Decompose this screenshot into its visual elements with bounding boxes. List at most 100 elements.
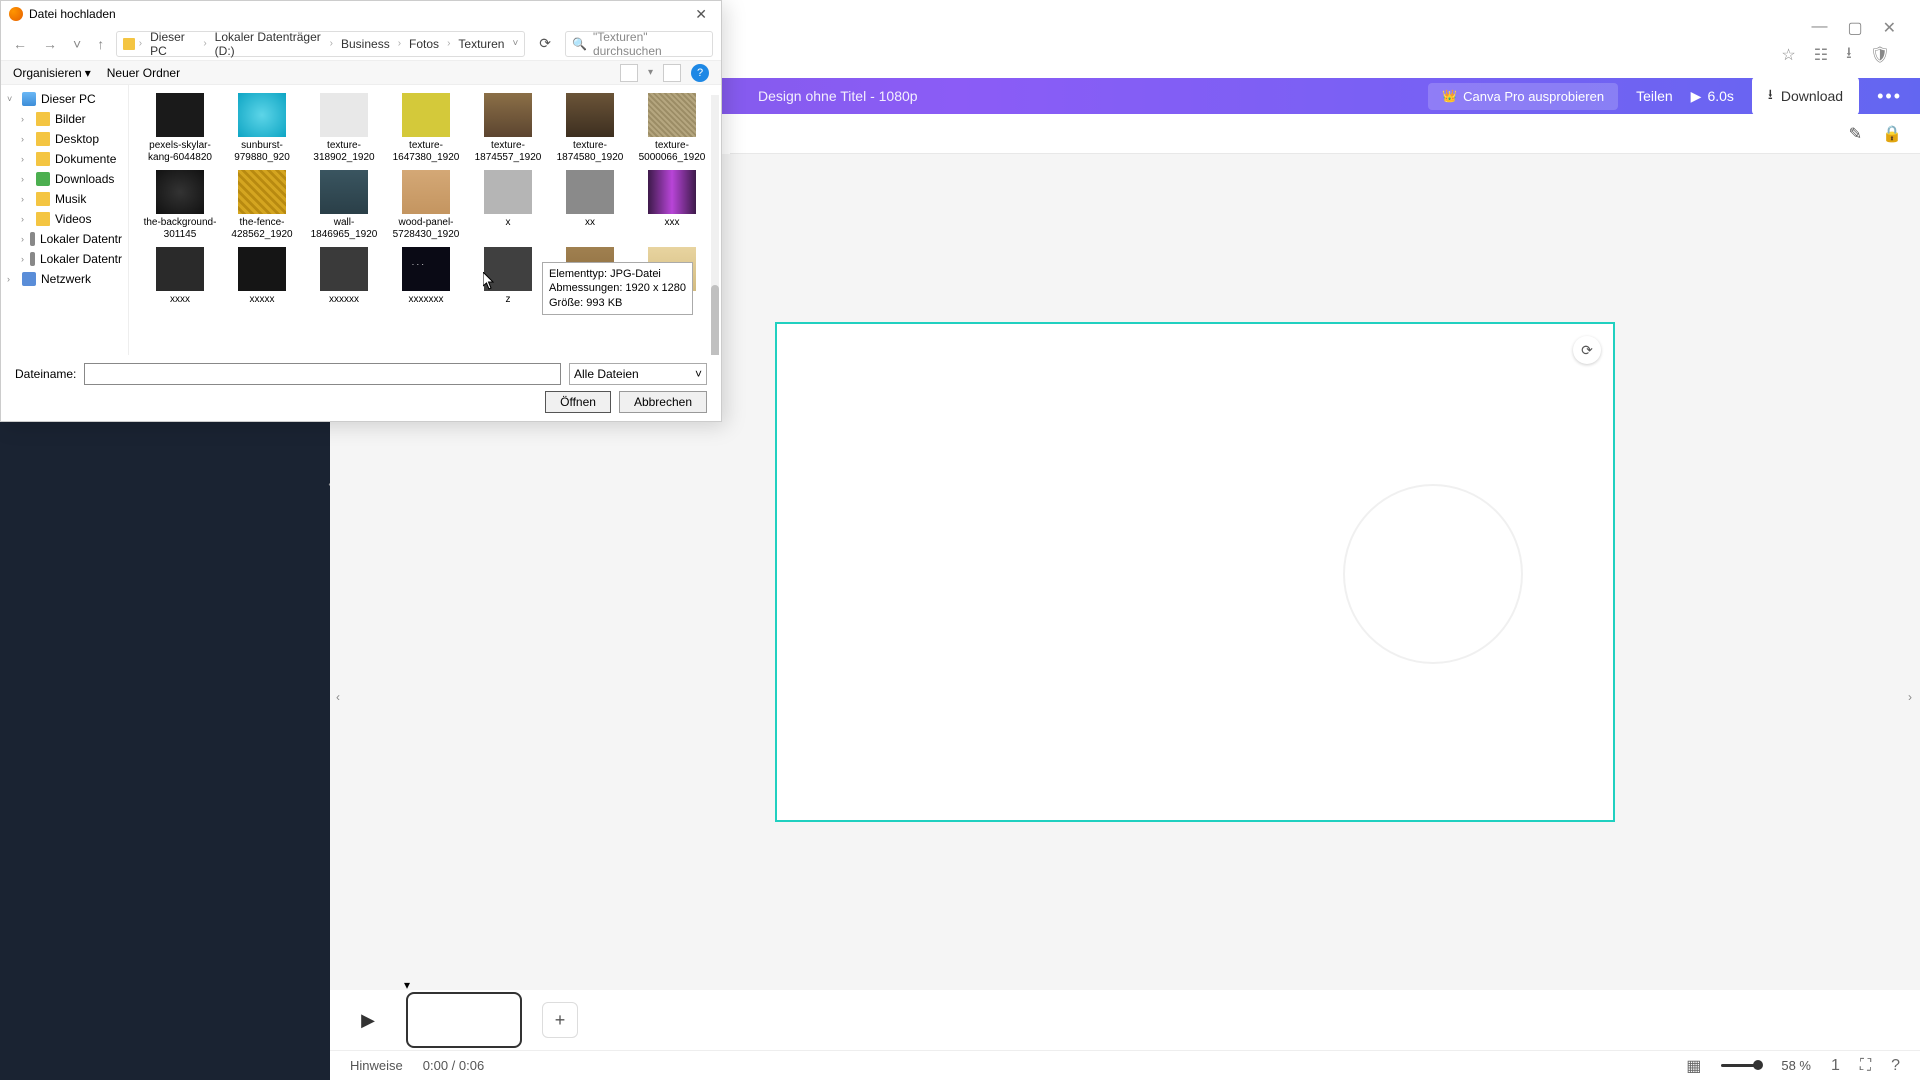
- fullscreen-icon[interactable]: ⛶: [1860, 1057, 1871, 1075]
- chevron-icon[interactable]: ›: [21, 234, 25, 244]
- tree-item[interactable]: ›Bilder: [1, 109, 128, 129]
- timeline-play-button[interactable]: ▶: [350, 1002, 386, 1038]
- file-item[interactable]: sunburst-979880_920: [223, 93, 301, 164]
- file-item[interactable]: wall-1846965_1920: [305, 170, 383, 241]
- wand-icon[interactable]: ✎: [1849, 124, 1862, 144]
- breadcrumb[interactable]: › Dieser PC› Lokaler Datenträger (D:)› B…: [116, 31, 525, 57]
- preview-pane-button[interactable]: [663, 64, 681, 82]
- file-item[interactable]: wood-panel-5728430_1920: [387, 170, 465, 241]
- chevron-icon[interactable]: ›: [21, 254, 25, 264]
- organize-menu[interactable]: Organisieren ▾: [13, 66, 91, 80]
- tree-item[interactable]: ›Musik: [1, 189, 128, 209]
- timeline-add-button[interactable]: +: [542, 1002, 578, 1038]
- tree-item[interactable]: ›Videos: [1, 209, 128, 229]
- download-button[interactable]: ⭳ Download: [1752, 77, 1859, 115]
- tree-item[interactable]: ›Downloads: [1, 169, 128, 189]
- close-window-icon[interactable]: ✕: [1883, 18, 1896, 38]
- view-mode-button[interactable]: [620, 64, 638, 82]
- filename-input[interactable]: [84, 363, 561, 385]
- file-item[interactable]: the-fence-428562_1920: [223, 170, 301, 241]
- breadcrumb-seg[interactable]: Fotos: [405, 35, 443, 53]
- tree-item[interactable]: ›Lokaler Datentr: [1, 249, 128, 269]
- file-item[interactable]: texture-318902_1920: [305, 93, 383, 164]
- file-type-filter[interactable]: Alle Dateien ˅: [569, 363, 707, 385]
- tree-item[interactable]: ›Netzwerk: [1, 269, 128, 289]
- file-item[interactable]: texture-1647380_1920: [387, 93, 465, 164]
- cancel-button[interactable]: Abbrechen: [619, 391, 707, 413]
- file-item[interactable]: xx: [551, 170, 629, 241]
- breadcrumb-seg[interactable]: Dieser PC: [146, 28, 199, 60]
- grid-view-icon[interactable]: ▦: [1686, 1056, 1701, 1076]
- nav-back-icon[interactable]: ←: [9, 34, 31, 54]
- dialog-titlebar[interactable]: Datei hochladen ✕: [1, 1, 721, 27]
- nav-history-dropdown-icon[interactable]: ˅: [69, 34, 85, 54]
- new-folder-button[interactable]: Neuer Ordner: [107, 66, 180, 80]
- zoom-slider-handle[interactable]: [1753, 1060, 1763, 1070]
- chevron-icon[interactable]: ›: [21, 154, 31, 164]
- dialog-close-icon[interactable]: ✕: [689, 4, 713, 25]
- design-title[interactable]: Design ohne Titel - 1080p: [758, 88, 918, 104]
- share-button[interactable]: Teilen: [1636, 88, 1673, 104]
- chevron-icon[interactable]: ›: [21, 174, 31, 184]
- file-item[interactable]: x: [469, 170, 547, 241]
- breadcrumb-seg[interactable]: Business: [337, 35, 394, 53]
- dialog-search-input[interactable]: 🔍 "Texturen" durchsuchen: [565, 31, 713, 57]
- nav-up-icon[interactable]: ↑: [93, 34, 108, 54]
- download-indicator-icon[interactable]: ⭳: [1846, 42, 1852, 69]
- file-item[interactable]: z: [469, 247, 547, 306]
- file-thumbnail: [566, 93, 614, 137]
- zoom-percent[interactable]: 58 %: [1781, 1058, 1811, 1073]
- canvas-next-icon[interactable]: ›: [1908, 690, 1912, 704]
- folder-tree[interactable]: ˅Dieser PC›Bilder›Desktop›Dokumente›Down…: [1, 85, 129, 355]
- dialog-help-icon[interactable]: ?: [691, 64, 709, 82]
- nav-refresh-icon[interactable]: ⟳: [533, 33, 557, 54]
- file-item[interactable]: xxxxxxx: [387, 247, 465, 306]
- chevron-icon[interactable]: ›: [7, 274, 17, 284]
- help-icon[interactable]: ?: [1891, 1057, 1900, 1075]
- canvas-prev-icon[interactable]: ‹: [336, 690, 340, 704]
- breadcrumb-seg[interactable]: Texturen: [454, 35, 508, 53]
- chevron-icon[interactable]: ›: [21, 114, 31, 124]
- page-count-icon[interactable]: 1: [1831, 1057, 1840, 1075]
- file-item[interactable]: the-background-301145: [141, 170, 219, 241]
- chevron-down-icon[interactable]: ▾: [648, 67, 653, 78]
- chevron-icon[interactable]: ›: [21, 134, 31, 144]
- chevron-icon[interactable]: ›: [21, 194, 31, 204]
- canvas-refresh-icon[interactable]: ⟳: [1573, 336, 1601, 364]
- file-item[interactable]: xxxx: [141, 247, 219, 306]
- file-item[interactable]: texture-1874580_1920: [551, 93, 629, 164]
- zoom-slider[interactable]: [1721, 1064, 1761, 1067]
- bookmark-star-icon[interactable]: ☆: [1781, 45, 1795, 65]
- chevron-down-icon: ˅: [695, 367, 702, 381]
- file-item[interactable]: xxx: [633, 170, 711, 241]
- maximize-icon[interactable]: ▢: [1847, 18, 1862, 38]
- extension-icon[interactable]: 🛡: [1870, 45, 1890, 65]
- chevron-icon[interactable]: ˅: [7, 94, 17, 104]
- breadcrumb-seg[interactable]: Lokaler Datenträger (D:): [211, 28, 326, 60]
- file-item[interactable]: xxxxxx: [305, 247, 383, 306]
- minimize-icon[interactable]: —: [1811, 18, 1827, 38]
- reader-icon[interactable]: ☷: [1814, 45, 1828, 65]
- canvas-page[interactable]: ⟳: [775, 322, 1615, 822]
- scrollbar[interactable]: [711, 95, 719, 355]
- lock-icon[interactable]: 🔒: [1882, 124, 1902, 144]
- file-item[interactable]: xxxxx: [223, 247, 301, 306]
- breadcrumb-dropdown-icon[interactable]: ˅: [512, 38, 518, 49]
- open-button[interactable]: Öffnen: [545, 391, 611, 413]
- file-item[interactable]: pexels-skylar-kang-6044820: [141, 93, 219, 164]
- tree-item[interactable]: ›Lokaler Datentr: [1, 229, 128, 249]
- notes-button[interactable]: Hinweise: [350, 1058, 403, 1073]
- nav-forward-icon[interactable]: →: [39, 34, 61, 54]
- try-pro-button[interactable]: Canva Pro ausprobieren: [1428, 83, 1618, 110]
- tree-item[interactable]: ›Dokumente: [1, 149, 128, 169]
- canvas-circle-shape[interactable]: [1343, 484, 1523, 664]
- file-item[interactable]: texture-5000066_1920: [633, 93, 711, 164]
- more-menu-icon[interactable]: •••: [1877, 86, 1902, 107]
- file-item[interactable]: texture-1874557_1920: [469, 93, 547, 164]
- play-duration[interactable]: ▶ 6.0s: [1691, 88, 1734, 105]
- scrollbar-thumb[interactable]: [711, 285, 719, 355]
- tree-item[interactable]: ›Desktop: [1, 129, 128, 149]
- tree-item[interactable]: ˅Dieser PC: [1, 89, 128, 109]
- chevron-icon[interactable]: ›: [21, 214, 31, 224]
- timeline-frame[interactable]: [406, 992, 522, 1048]
